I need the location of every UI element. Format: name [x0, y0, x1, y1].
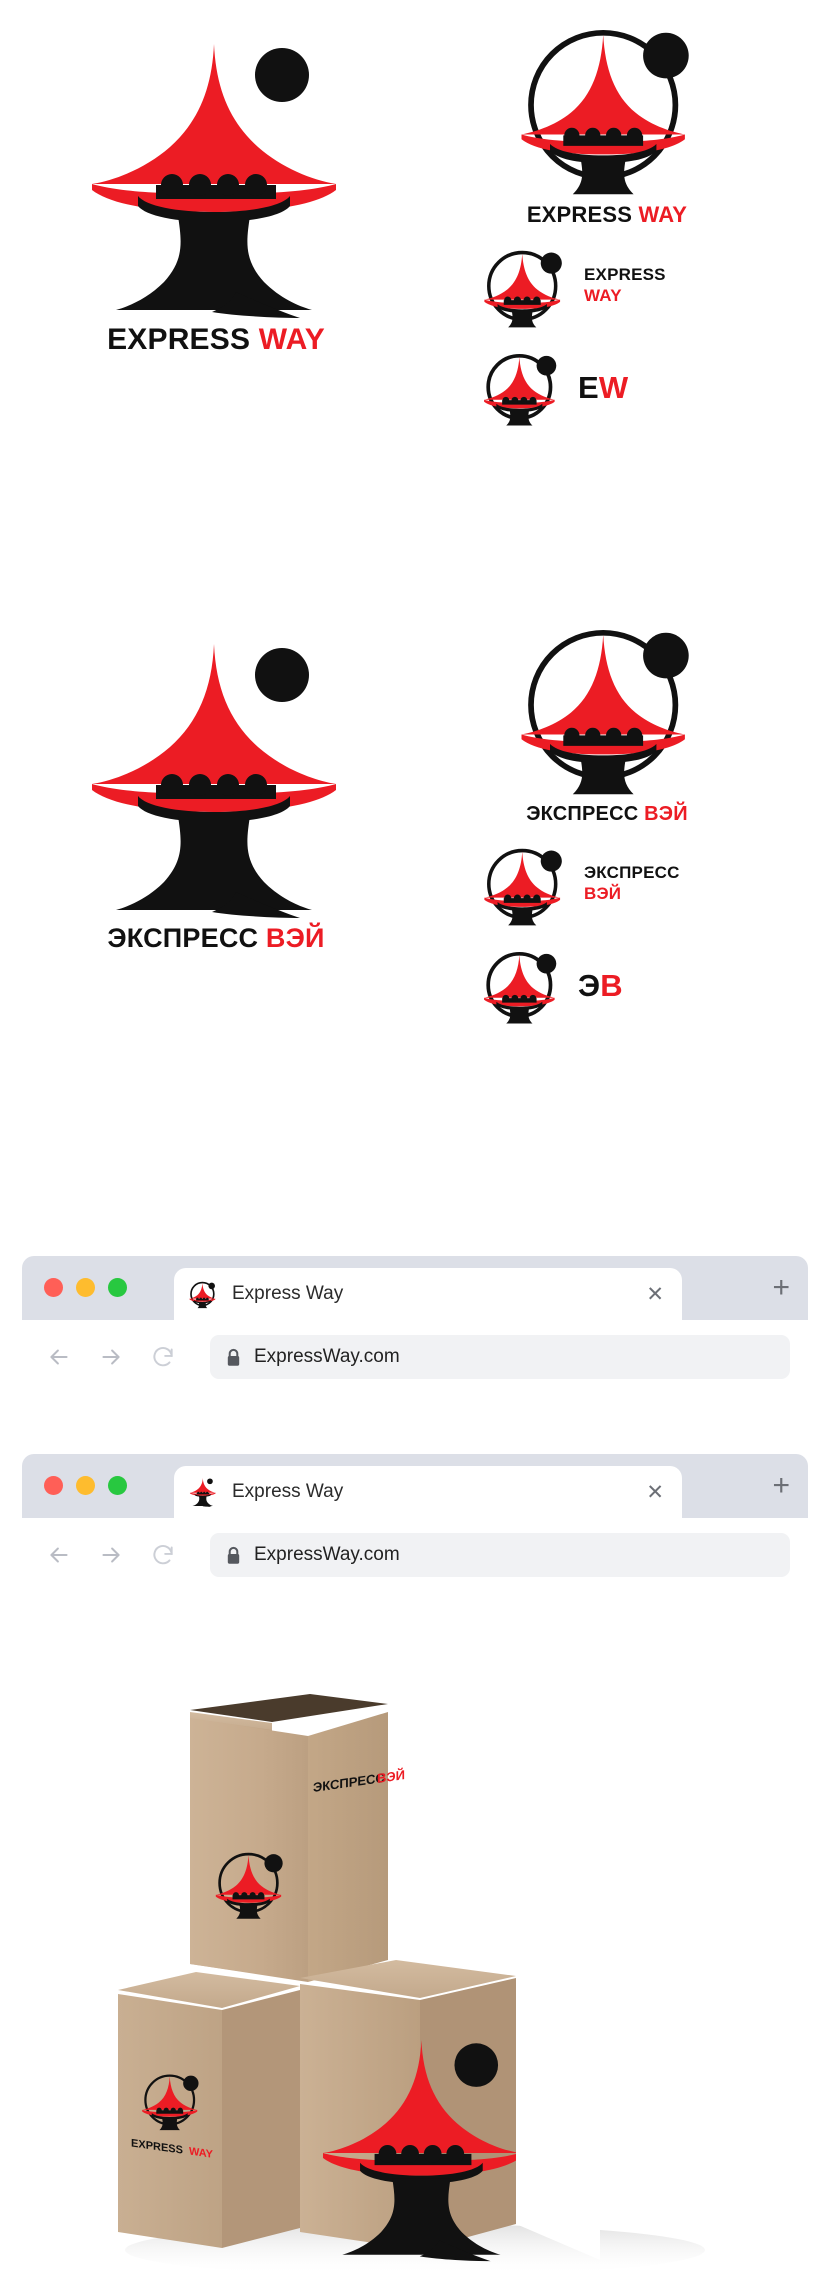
reload-icon-2[interactable] — [150, 1542, 176, 1568]
box-bottom-right — [300, 1960, 600, 2261]
maximize-window-button[interactable] — [108, 1278, 127, 1297]
pagoda-badge-mark-ru — [521, 629, 689, 795]
url-text-2: ExpressWay.com — [254, 1544, 400, 1565]
badge-logo-lockup-en: EXPRESS WAY — [462, 10, 752, 226]
lock-icon-1 — [227, 1348, 240, 1366]
browser-tab-1[interactable]: Express Way ✕ — [174, 1268, 682, 1320]
close-window-button-2[interactable] — [44, 1476, 63, 1495]
monogram-logo-lockup-en: EW — [480, 346, 820, 428]
logo-variants-en: EXPRESS WAY EXPRESS WAY EW — [420, 10, 820, 428]
monogram-red-en: W — [598, 369, 629, 405]
box-bottom-left: EXPRESS WAY — [118, 1972, 300, 2248]
badge-wordmark-red-en: WAY — [638, 202, 688, 227]
pagoda-badge-mark-small — [484, 250, 562, 328]
pagoda-badge-mark-mono — [484, 353, 557, 426]
wordmark-red-ru: ВЭЙ — [265, 923, 325, 953]
horizontal-wordmark-red-en: WAY — [584, 286, 622, 305]
badge-wordmark-dark-en: EXPRESS — [526, 202, 633, 227]
forward-arrow-icon-2[interactable] — [98, 1542, 124, 1568]
horizontal-wordmark-red-ru: ВЭЙ — [584, 884, 622, 903]
close-window-button[interactable] — [44, 1278, 63, 1297]
reload-icon-1[interactable] — [150, 1344, 176, 1370]
primary-wordmark-ru: ЭКСПРЕСС ВЭЙ — [36, 925, 396, 952]
logo-section-english: EXPRESS WAY EXPRESS WAY EXPRESS WAY EW — [0, 0, 830, 560]
monogram-dark-ru: Э — [578, 967, 601, 1003]
address-bar-2[interactable]: ExpressWay.com — [210, 1533, 790, 1577]
tab-close-icon-2[interactable]: ✕ — [646, 1480, 668, 1505]
box-top-side-text-red: ВЭЙ — [377, 1767, 405, 1786]
tab-close-icon-1[interactable]: ✕ — [646, 1282, 668, 1307]
packaging-mockup-section: ЭКСПРЕСС ВЭЙ EXPRESS WAY — [0, 1660, 830, 2285]
badge-wordmark-en: EXPRESS WAY — [462, 204, 752, 226]
browser-mockups-section: Express Way ✕ + ExpressWay.com Express W… — [0, 1240, 830, 1640]
pagoda-solid-favicon — [189, 1478, 216, 1507]
horizontal-wordmark-dark-en: EXPRESS — [584, 265, 666, 285]
horizontal-logo-lockup-ru: ЭКСПРЕСС ВЭЙ — [480, 840, 820, 928]
browser-tab-2[interactable]: Express Way ✕ — [174, 1466, 682, 1518]
pagoda-badge-mark — [521, 29, 689, 195]
badge-wordmark-ru: ЭКСПРЕСС ВЭЙ — [462, 804, 752, 824]
horizontal-wordmark-ru: ЭКСПРЕСС ВЭЙ — [584, 863, 680, 904]
monogram-dark-en: E — [578, 369, 599, 405]
badge-wordmark-red-ru: ВЭЙ — [644, 803, 688, 825]
horizontal-logo-lockup-en: EXPRESS WAY — [480, 242, 820, 330]
browser-toolbar-2: ExpressWay.com — [22, 1518, 808, 1592]
horizontal-wordmark-en: EXPRESS WAY — [584, 265, 666, 306]
monogram-wordmark-en: EW — [578, 372, 628, 403]
pagoda-circle-favicon — [189, 1281, 216, 1309]
forward-arrow-icon-1[interactable] — [98, 1344, 124, 1370]
pagoda-logo-mark-ru — [92, 644, 336, 918]
cardboard-boxes-mockup: ЭКСПРЕСС ВЭЙ EXPRESS WAY — [118, 1694, 705, 2276]
minimize-window-button[interactable] — [76, 1278, 95, 1297]
logo-variants-ru: ЭКСПРЕСС ВЭЙ ЭКСПРЕСС ВЭЙ ЭВ — [420, 610, 820, 1026]
back-arrow-icon-2[interactable] — [46, 1542, 72, 1568]
browser-window-2: Express Way ✕ + ExpressWay.com — [22, 1454, 808, 1592]
badge-wordmark-dark-ru: ЭКСПРЕСС — [526, 803, 639, 825]
sun-dot-icon — [255, 48, 309, 102]
browser-window-1: Express Way ✕ + ExpressWay.com — [22, 1256, 808, 1394]
pagoda-badge-mark-small-ru — [484, 848, 562, 926]
window-controls-2[interactable] — [44, 1476, 127, 1495]
horizontal-wordmark-dark-ru: ЭКСПРЕСС — [584, 863, 680, 883]
primary-logo-lockup-ru: ЭКСПРЕСС ВЭЙ — [36, 634, 396, 952]
new-tab-icon-1[interactable]: + — [772, 1273, 790, 1303]
wordmark-dark-en: EXPRESS — [107, 323, 251, 356]
browser-toolbar-1: ExpressWay.com — [22, 1320, 808, 1394]
new-tab-icon-2[interactable]: + — [772, 1471, 790, 1501]
primary-logo-lockup-en: EXPRESS WAY — [36, 34, 396, 355]
monogram-red-ru: В — [600, 967, 623, 1003]
logo-presentation-page: EXPRESS WAY EXPRESS WAY EXPRESS WAY EW Э… — [0, 0, 830, 2285]
window-controls-1[interactable] — [44, 1278, 127, 1297]
pagoda-logo-mark — [92, 44, 336, 318]
monogram-logo-lockup-ru: ЭВ — [480, 944, 820, 1026]
url-text-1: ExpressWay.com — [254, 1346, 400, 1367]
pagoda-badge-mark-mono-ru — [484, 951, 557, 1024]
logo-section-cyrillic: ЭКСПРЕСС ВЭЙ ЭКСПРЕСС ВЭЙ ЭКСПРЕСС ВЭЙ Э… — [0, 600, 830, 1160]
browser-tab-title-1: Express Way — [232, 1283, 344, 1304]
browser-tab-title-2: Express Way — [232, 1481, 344, 1502]
sun-dot-icon-ru — [255, 648, 309, 702]
box-top: ЭКСПРЕСС ВЭЙ — [190, 1694, 405, 1982]
address-bar-1[interactable]: ExpressWay.com — [210, 1335, 790, 1379]
minimize-window-button-2[interactable] — [76, 1476, 95, 1495]
wordmark-dark-ru: ЭКСПРЕСС — [107, 923, 259, 953]
maximize-window-button-2[interactable] — [108, 1476, 127, 1495]
badge-logo-lockup-ru: ЭКСПРЕСС ВЭЙ — [462, 610, 752, 824]
browser-titlebar-2: Express Way ✕ + — [22, 1454, 808, 1518]
lock-icon-2 — [227, 1546, 240, 1564]
monogram-wordmark-ru: ЭВ — [578, 970, 623, 1001]
back-arrow-icon-1[interactable] — [46, 1344, 72, 1370]
browser-titlebar-1: Express Way ✕ + — [22, 1256, 808, 1320]
primary-wordmark-en: EXPRESS WAY — [36, 325, 396, 355]
wordmark-red-en: WAY — [258, 323, 325, 356]
